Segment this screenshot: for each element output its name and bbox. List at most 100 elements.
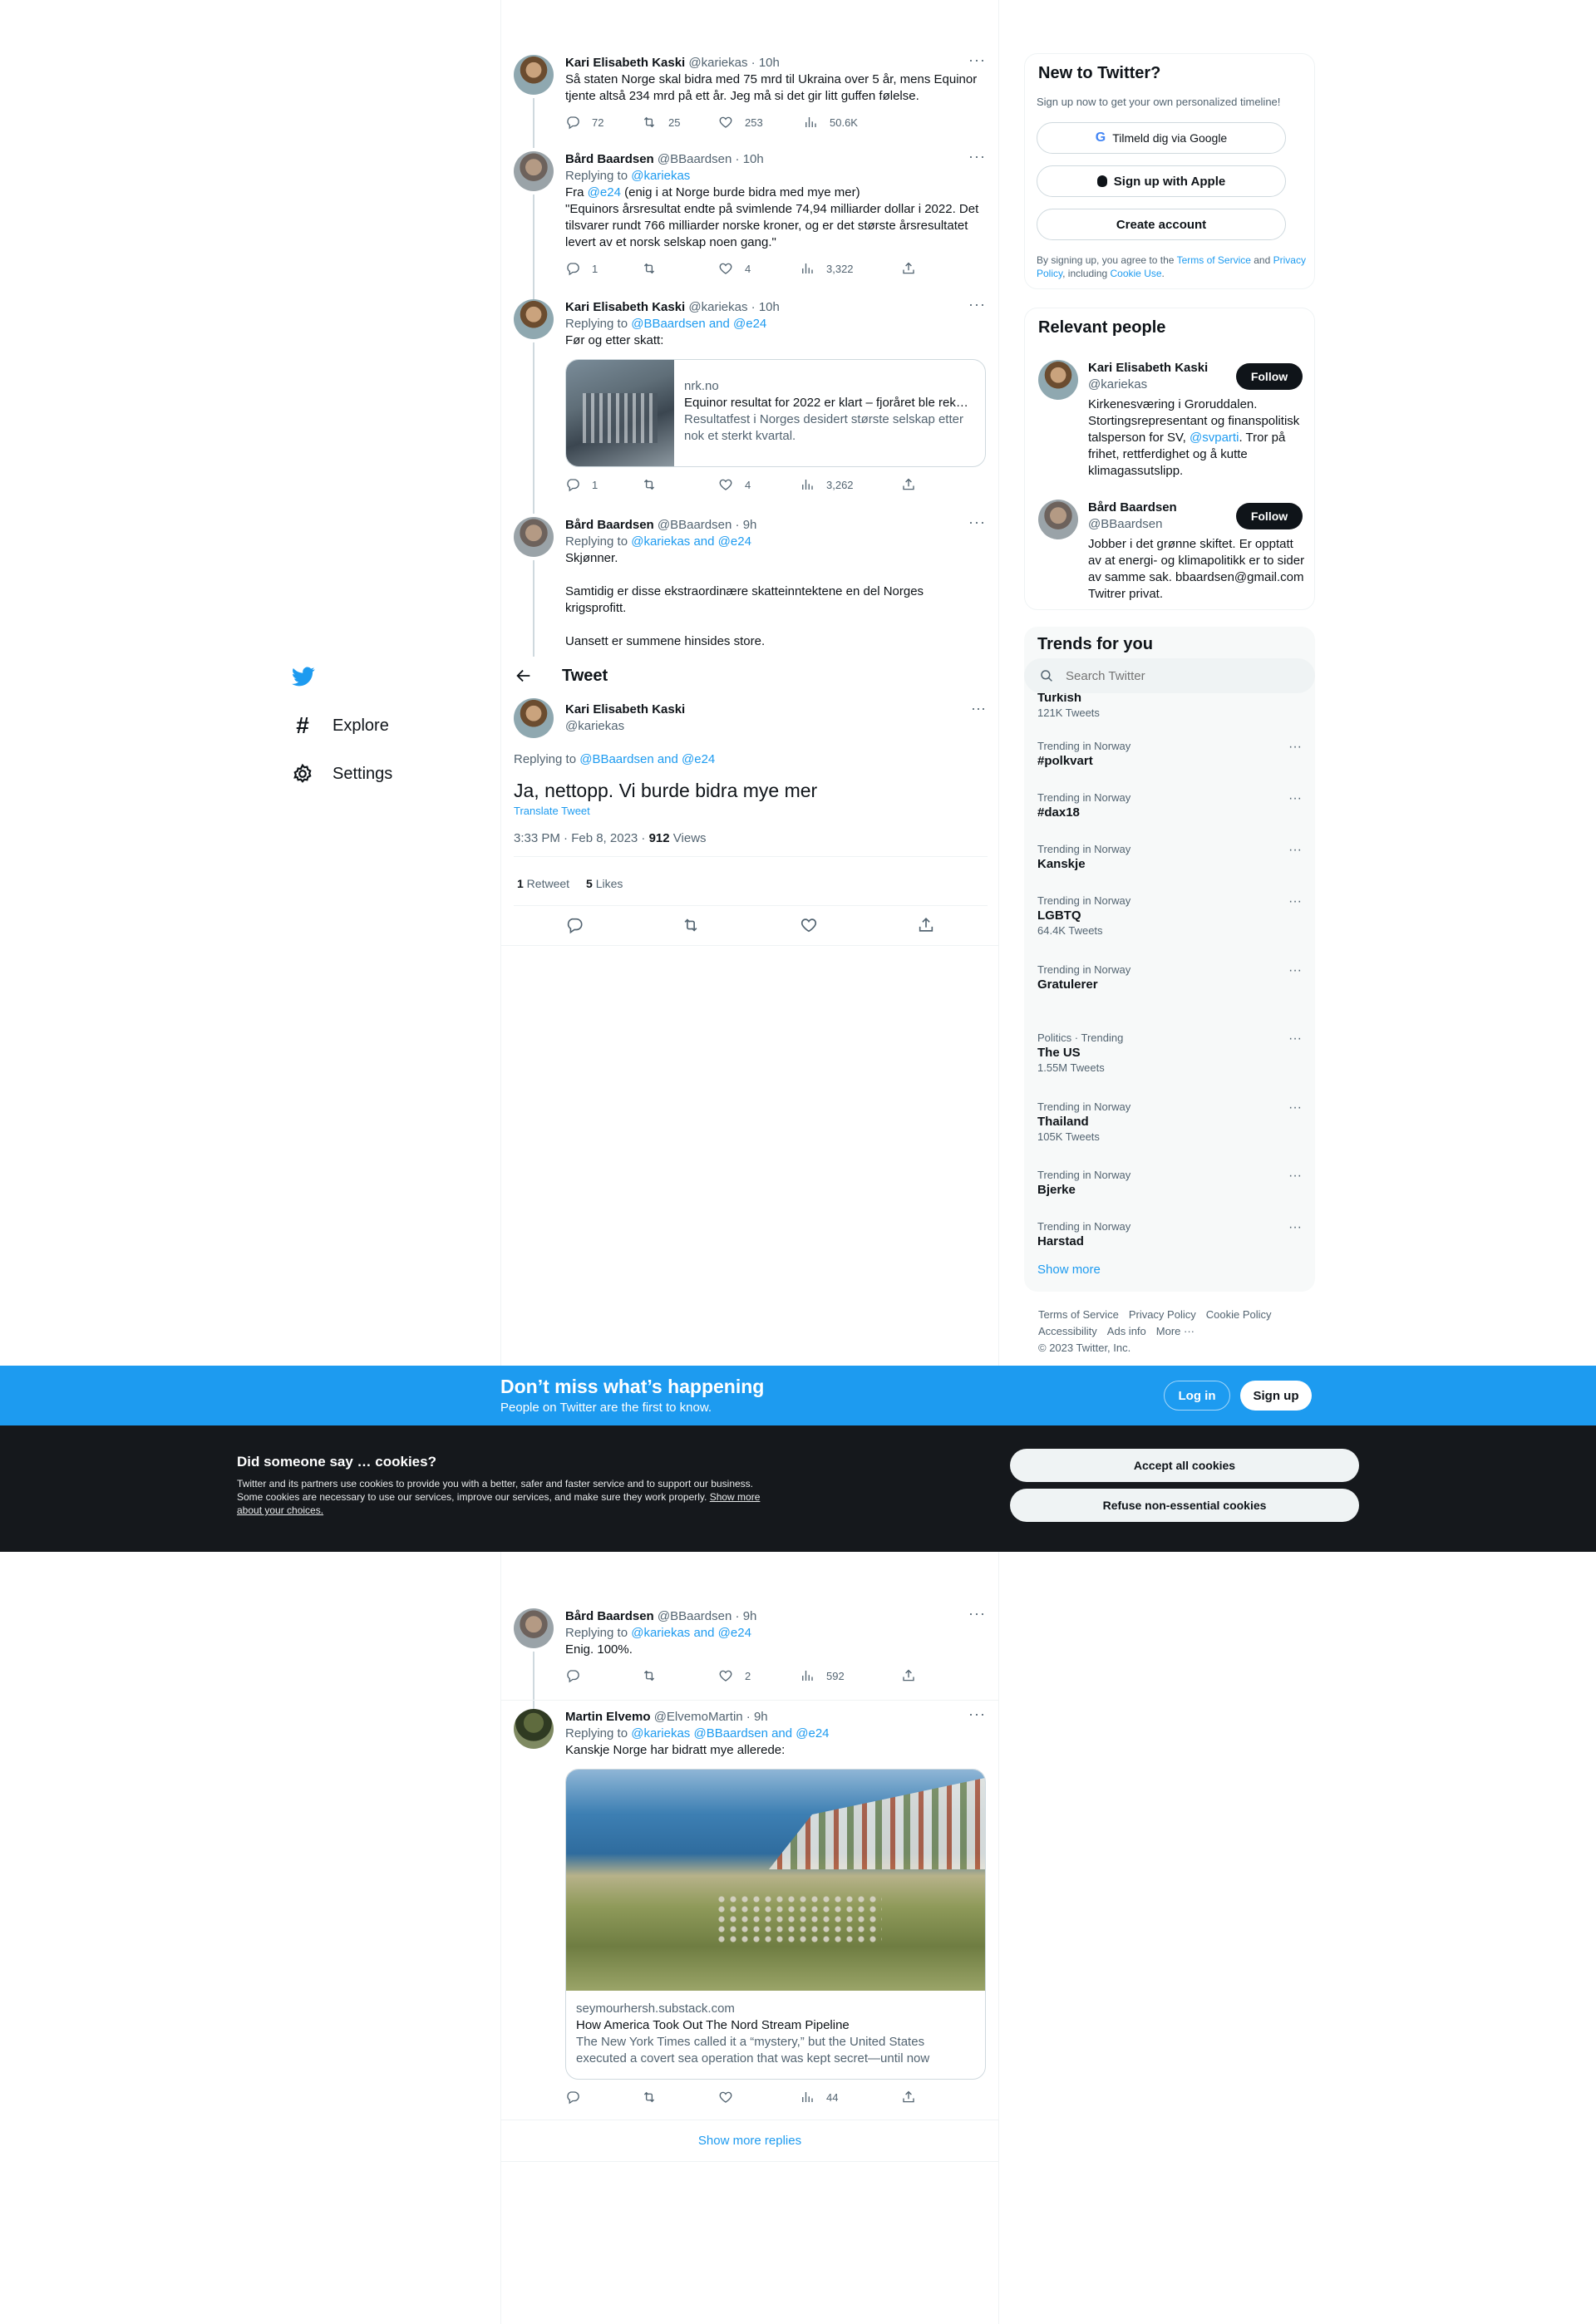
views-button[interactable]: 3,262	[800, 477, 854, 492]
avatar[interactable]	[514, 151, 554, 191]
thread-tweet-3[interactable]: Kari Elisabeth Kaski @kariekas · 10h ··· …	[514, 296, 988, 514]
author-handle[interactable]: @BBaardsen	[658, 152, 732, 166]
reply-button[interactable]	[565, 916, 584, 938]
show-more-replies[interactable]: Show more replies	[501, 2134, 998, 2148]
translate-link[interactable]: Translate Tweet	[514, 805, 590, 817]
replying-to-link[interactable]: @kariekas	[631, 169, 690, 183]
author-name[interactable]: Bård Baardsen	[565, 1609, 654, 1623]
more-icon[interactable]: ···	[1288, 894, 1302, 909]
avatar[interactable]	[514, 1709, 554, 1749]
trend-item[interactable]: Trending in Norway Harstad ···	[1037, 1220, 1302, 1250]
trend-item[interactable]: Trending in Norway Gratulerer ···	[1037, 963, 1302, 993]
more-icon[interactable]: ···	[971, 700, 986, 717]
views-button[interactable]: 3,322	[800, 261, 854, 276]
follow-button[interactable]: Follow	[1236, 503, 1303, 529]
tos-link[interactable]: Terms of Service	[1177, 254, 1251, 266]
reply-button[interactable]	[565, 2090, 592, 2105]
trend-item[interactable]: Politics · Trending The US 1.55M Tweets ···	[1037, 1032, 1302, 1075]
login-button[interactable]: Log in	[1164, 1381, 1230, 1411]
author-name[interactable]: Kari Elisabeth Kaski	[565, 300, 685, 314]
author-handle[interactable]: @BBaardsen	[658, 518, 732, 532]
thread-tweet-4[interactable]: Bård Baardsen @BBaardsen · 9h ··· Replyin…	[514, 514, 988, 692]
share-button[interactable]	[901, 477, 916, 492]
reply-button[interactable]	[565, 1668, 592, 1683]
author-name[interactable]: Martin Elvemo	[565, 1710, 651, 1724]
trend-item[interactable]: Trending in Norway Bjerke ···	[1037, 1169, 1302, 1199]
timestamp[interactable]: 3:33 PM · Feb 8, 2023 ·	[514, 831, 649, 845]
footer-tos[interactable]: Terms of Service	[1038, 1307, 1119, 1323]
more-icon[interactable]: ···	[968, 514, 986, 530]
replying-to-link[interactable]: @kariekas @BBaardsen and @e24	[631, 1726, 829, 1741]
search-input[interactable]	[1066, 668, 1282, 683]
like-button[interactable]	[718, 2090, 745, 2105]
show-more-trends[interactable]: Show more	[1037, 1263, 1101, 1277]
footer-accessibility[interactable]: Accessibility	[1038, 1323, 1097, 1340]
mention-link[interactable]: @e24	[588, 185, 621, 199]
more-icon[interactable]: ···	[968, 52, 986, 68]
more-icon[interactable]: ···	[968, 1706, 986, 1722]
views-button[interactable]: 44	[800, 2090, 838, 2105]
accept-cookies-button[interactable]: Accept all cookies	[1010, 1449, 1359, 1482]
trend-item[interactable]: Trending in Norway #polkvart ···	[1037, 740, 1302, 770]
author-handle[interactable]: @kariekas	[688, 300, 747, 314]
trend-item[interactable]: Trending in Norway LGBTQ 64.4K Tweets ···	[1037, 894, 1302, 938]
author-name[interactable]: Bård Baardsen	[565, 152, 654, 166]
like-button[interactable]	[800, 916, 818, 938]
likes-stat[interactable]: 5 Likes	[586, 877, 623, 890]
nav-settings[interactable]: Settings	[291, 761, 392, 786]
share-button[interactable]	[917, 916, 935, 938]
more-icon[interactable]: ···	[1288, 843, 1302, 858]
retweet-button[interactable]: 25	[642, 115, 680, 130]
reply-tweet-2[interactable]: Martin Elvemo @ElvemoMartin · 9h ··· Repl…	[514, 1706, 988, 2108]
author-handle[interactable]: @kariekas	[688, 56, 747, 70]
author-name[interactable]: Bård Baardsen	[565, 518, 654, 532]
avatar[interactable]	[514, 517, 554, 557]
like-button[interactable]: 253	[718, 115, 763, 130]
bio-mention[interactable]: @svparti	[1190, 431, 1239, 445]
footer-ads[interactable]: Ads info	[1107, 1323, 1146, 1340]
tweet-time[interactable]: 10h	[759, 56, 780, 70]
trend-item[interactable]: Trending in Norway Thailand 105K Tweets ···	[1037, 1100, 1302, 1144]
reply-button[interactable]: 72	[565, 115, 603, 130]
more-icon[interactable]: ···	[1288, 1032, 1302, 1046]
more-icon[interactable]: ···	[1288, 740, 1302, 755]
person-handle[interactable]: @kariekas	[1088, 377, 1208, 393]
thread-tweet-2[interactable]: Bård Baardsen @BBaardsen · 10h ··· Replyi…	[514, 148, 988, 337]
replying-to-link[interactable]: @BBaardsen and @e24	[579, 752, 715, 766]
author-name[interactable]: Kari Elisabeth Kaski	[565, 56, 685, 70]
thread-tweet-1[interactable]: Kari Elisabeth Kaski @kariekas · 10h ··· …	[514, 52, 988, 148]
create-account-button[interactable]: Create account	[1037, 209, 1286, 240]
more-icon[interactable]: ···	[968, 148, 986, 165]
like-button[interactable]: 4	[718, 261, 751, 276]
views-button[interactable]: 50.6K	[803, 115, 858, 130]
apple-signup-button[interactable]: Sign up with Apple	[1037, 165, 1286, 197]
trend-item[interactable]: Trending in Norway #dax18 ···	[1037, 791, 1302, 821]
refuse-cookies-button[interactable]: Refuse non-essential cookies	[1010, 1489, 1359, 1522]
author-name[interactable]: Kari Elisabeth Kaski	[565, 702, 685, 718]
tweet-time[interactable]: 9h	[743, 518, 757, 532]
tweet-time[interactable]: 9h	[743, 1609, 757, 1623]
retweets-stat[interactable]: 1 Retweet	[517, 877, 569, 890]
replying-to-link[interactable]: @kariekas and @e24	[631, 534, 751, 549]
share-button[interactable]	[901, 2090, 916, 2105]
trend-item[interactable]: Turkish 121K Tweets	[1037, 690, 1302, 720]
person-handle[interactable]: @BBaardsen	[1088, 516, 1177, 533]
twitter-logo-icon[interactable]	[291, 665, 318, 688]
avatar[interactable]	[1038, 360, 1078, 400]
trend-item[interactable]: Trending in Norway Kanskje ···	[1037, 843, 1302, 873]
google-signup-button[interactable]: G Tilmeld dig via Google	[1037, 122, 1286, 154]
person-name[interactable]: Bård Baardsen	[1088, 500, 1177, 516]
reply-button[interactable]: 1	[565, 261, 598, 276]
more-icon[interactable]: ···	[968, 1605, 986, 1622]
reply-tweet-1[interactable]: Bård Baardsen @BBaardsen · 9h ··· Replyin…	[514, 1605, 988, 1718]
share-button[interactable]	[901, 261, 916, 276]
relevant-person[interactable]: Kari Elisabeth Kaski @kariekas Follow Ki…	[1038, 360, 1304, 485]
more-icon[interactable]: ···	[1288, 1169, 1302, 1184]
replying-to-link[interactable]: @BBaardsen and @e24	[631, 317, 766, 331]
footer-more[interactable]: More ···	[1156, 1323, 1195, 1340]
relevant-person[interactable]: Bård Baardsen @BBaardsen Follow Jobber i…	[1038, 500, 1304, 608]
follow-button[interactable]: Follow	[1236, 363, 1303, 390]
signup-button[interactable]: Sign up	[1240, 1381, 1312, 1411]
avatar[interactable]	[514, 698, 554, 738]
avatar[interactable]	[514, 1608, 554, 1648]
